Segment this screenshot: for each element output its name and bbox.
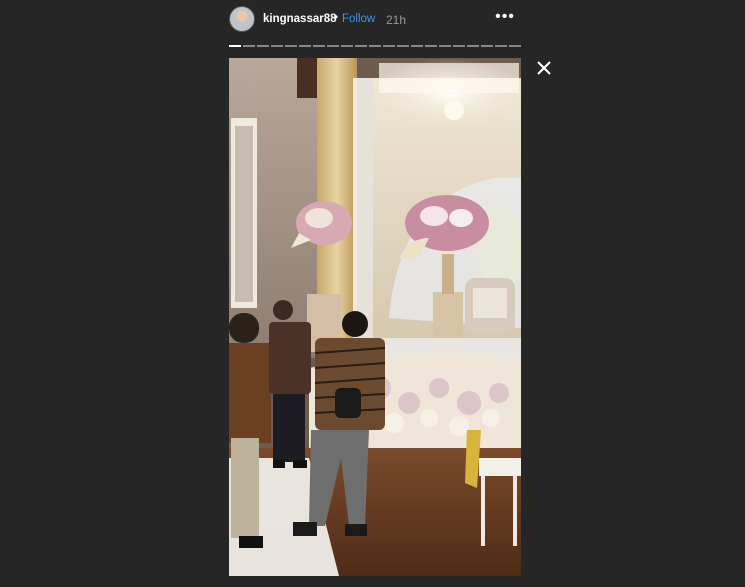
user-avatar[interactable]	[229, 6, 255, 32]
progress-segment	[495, 45, 507, 47]
progress-segment	[453, 45, 465, 47]
post-time: 21h	[386, 13, 407, 27]
story-header: kingnassar88 • Follow 21h •••	[229, 6, 521, 34]
progress-segment	[411, 45, 423, 47]
username-link[interactable]: kingnassar88	[263, 13, 337, 25]
progress-segment	[425, 45, 437, 47]
separator-dot: •	[334, 12, 339, 24]
follow-button[interactable]: Follow	[342, 13, 375, 25]
progress-segment	[229, 45, 241, 47]
story-progress-bar	[229, 45, 521, 47]
more-options-icon[interactable]: •••	[495, 9, 515, 27]
progress-segment	[243, 45, 255, 47]
progress-segment	[481, 45, 493, 47]
progress-segment	[299, 45, 311, 47]
progress-segment	[355, 45, 367, 47]
close-icon[interactable]	[534, 58, 554, 78]
progress-segment	[341, 45, 353, 47]
progress-segment	[439, 45, 451, 47]
story-media[interactable]	[229, 58, 521, 576]
story-photo	[229, 58, 521, 576]
progress-segment	[369, 45, 381, 47]
progress-segment	[327, 45, 339, 47]
progress-segment	[467, 45, 479, 47]
progress-segment	[509, 45, 521, 47]
progress-segment	[257, 45, 269, 47]
progress-segment	[285, 45, 297, 47]
progress-segment	[397, 45, 409, 47]
progress-segment	[383, 45, 395, 47]
progress-segment	[313, 45, 325, 47]
progress-segment	[271, 45, 283, 47]
